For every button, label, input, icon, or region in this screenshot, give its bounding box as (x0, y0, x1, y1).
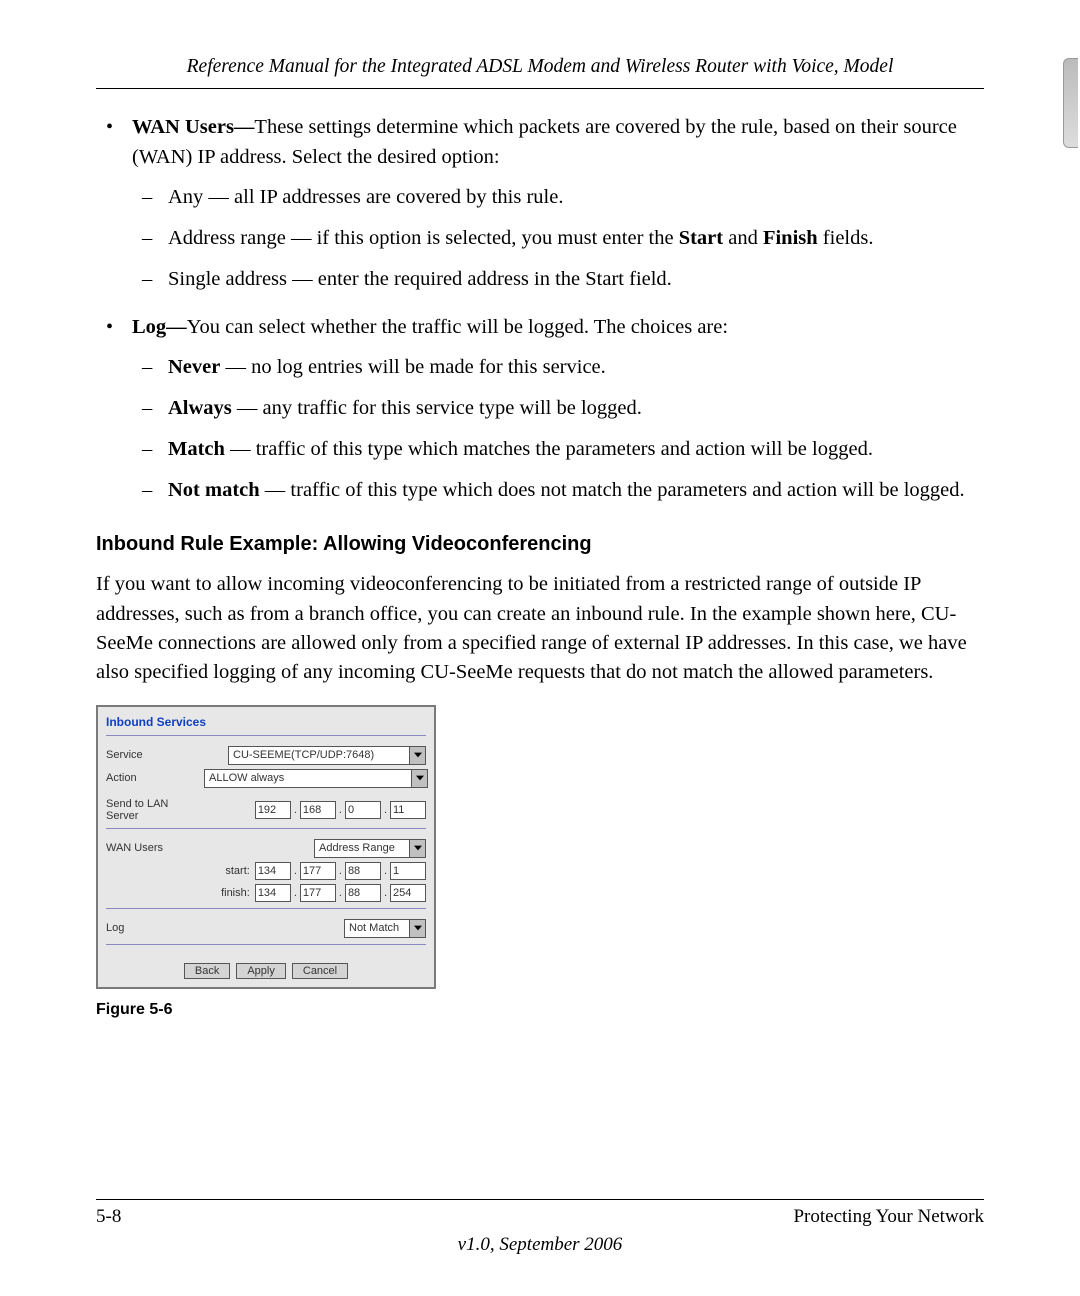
log-match-rest: — traffic of this type which matches the… (225, 438, 873, 460)
dot: . (294, 804, 297, 816)
label-wan-users: WAN Users (106, 842, 198, 854)
lan-ip-2[interactable]: 168 (300, 801, 336, 819)
finish-ip-3[interactable]: 88 (345, 884, 381, 902)
log-select[interactable]: Not Match (344, 919, 426, 938)
bullet-log: Log—You can select whether the traffic w… (96, 313, 984, 506)
bullet-wan-users: WAN Users—These settings determine which… (96, 113, 984, 295)
log-notmatch-rest: — traffic of this type which does not ma… (260, 479, 965, 501)
service-select[interactable]: CU-SEEME(TCP/UDP:7648) (228, 746, 426, 765)
dot: . (384, 865, 387, 877)
action-select[interactable]: ALLOW always (204, 769, 428, 788)
log-match: Match — traffic of this type which match… (132, 434, 984, 465)
dot: . (339, 887, 342, 899)
chevron-down-icon (409, 747, 425, 764)
footer-rule (96, 1199, 984, 1200)
wan-single: Single address — enter the required addr… (132, 264, 984, 295)
chevron-down-icon (409, 920, 425, 937)
lan-ip-3[interactable]: 0 (345, 801, 381, 819)
log-always: Always — any traffic for this service ty… (132, 393, 984, 424)
log-never: Never — no log entries will be made for … (132, 352, 984, 383)
wan-users-select-value: Address Range (315, 842, 409, 854)
finish-ip-4[interactable]: 254 (390, 884, 426, 902)
log-match-b: Match (168, 438, 225, 460)
wan-range-mid: and (723, 227, 763, 249)
start-prefix: start: (225, 865, 249, 877)
dot: . (384, 887, 387, 899)
log-always-rest: — any traffic for this service type will… (232, 397, 642, 419)
start-ip-4[interactable]: 1 (390, 862, 426, 880)
start-ip-3[interactable]: 88 (345, 862, 381, 880)
label-action: Action (106, 772, 198, 784)
section-heading: Inbound Rule Example: Allowing Videoconf… (96, 533, 984, 556)
log-select-value: Not Match (345, 922, 409, 934)
running-header: Reference Manual for the Integrated ADSL… (96, 56, 984, 78)
dot: . (339, 865, 342, 877)
wan-range-pre: Address range — if this option is select… (168, 227, 679, 249)
start-ip-2[interactable]: 177 (300, 862, 336, 880)
dot: . (294, 865, 297, 877)
start-ip-1[interactable]: 134 (255, 862, 291, 880)
wan-any: Any — all IP addresses are covered by th… (132, 182, 984, 213)
finish-ip-1[interactable]: 134 (255, 884, 291, 902)
panel-title: Inbound Services (98, 707, 434, 731)
finish-ip-2[interactable]: 177 (300, 884, 336, 902)
log-always-b: Always (168, 397, 232, 419)
back-button[interactable]: Back (184, 963, 230, 979)
panel-divider-4 (106, 944, 426, 945)
inbound-services-panel: Inbound Services Service CU-SEEME(TCP/UD… (96, 705, 436, 989)
lan-ip-4[interactable]: 11 (390, 801, 426, 819)
lan-ip-1[interactable]: 192 (255, 801, 291, 819)
service-select-value: CU-SEEME(TCP/UDP:7648) (229, 749, 409, 761)
panel-divider-2 (106, 828, 426, 829)
label-service: Service (106, 749, 198, 761)
panel-divider-3 (106, 908, 426, 909)
action-select-value: ALLOW always (205, 772, 411, 784)
apply-button[interactable]: Apply (236, 963, 286, 979)
log-bold: Log— (132, 316, 187, 338)
wan-range-start: Start (679, 227, 723, 249)
wan-range-finish: Finish (763, 227, 818, 249)
finish-prefix: finish: (221, 887, 250, 899)
log-never-b: Never (168, 356, 220, 378)
wan-users-text: These settings determine which packets a… (132, 116, 957, 168)
cancel-button[interactable]: Cancel (292, 963, 348, 979)
log-never-rest: — no log entries will be made for this s… (220, 356, 605, 378)
label-send-to: Send to LAN Server (106, 798, 198, 822)
page-side-tab (1063, 58, 1078, 148)
chevron-down-icon (411, 770, 427, 787)
panel-divider-1 (106, 735, 426, 736)
dot: . (339, 804, 342, 816)
footer-version: v1.0, September 2006 (96, 1234, 984, 1256)
wan-range: Address range — if this option is select… (132, 223, 984, 254)
wan-range-post: fields. (818, 227, 874, 249)
log-notmatch-b: Not match (168, 479, 260, 501)
chevron-down-icon (409, 840, 425, 857)
body-paragraph: If you want to allow incoming videoconfe… (96, 570, 984, 686)
header-rule (96, 88, 984, 89)
dot: . (384, 804, 387, 816)
dot: . (294, 887, 297, 899)
footer-chapter: Protecting Your Network (793, 1206, 984, 1228)
wan-users-select[interactable]: Address Range (314, 839, 426, 858)
wan-users-bold: WAN Users— (132, 116, 254, 138)
footer-page: 5-8 (96, 1206, 121, 1228)
label-log: Log (106, 922, 198, 934)
figure-caption: Figure 5-6 (96, 1001, 984, 1019)
log-text: You can select whether the traffic will … (187, 316, 728, 338)
log-notmatch: Not match — traffic of this type which d… (132, 475, 984, 506)
